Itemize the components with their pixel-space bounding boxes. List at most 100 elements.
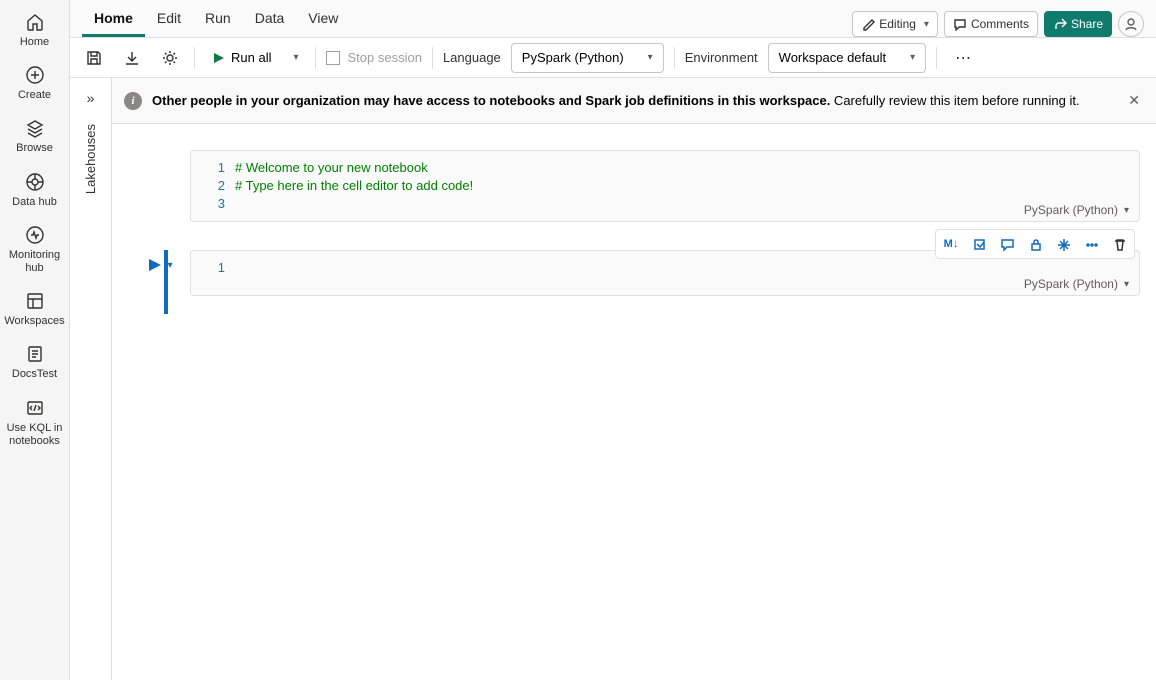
run-cell-button[interactable] — [145, 256, 163, 274]
info-icon: i — [124, 92, 142, 110]
nav-kql[interactable]: Use KQL in notebooks — [5, 392, 65, 458]
trash-icon — [1112, 237, 1127, 252]
pencil-icon — [861, 17, 875, 31]
nav-create-label: Create — [18, 89, 51, 102]
tab-home[interactable]: Home — [82, 10, 145, 37]
delete-cell-button[interactable] — [1106, 232, 1132, 256]
chevron-down-icon: ▾ — [1124, 279, 1129, 290]
convert-markdown-button[interactable]: M↓ — [938, 232, 964, 256]
settings-button[interactable] — [156, 44, 184, 72]
chevron-down-icon: ▾ — [1124, 205, 1129, 216]
nav-monitoring-label: Monitoring hub — [5, 249, 65, 275]
cell-1-lang-select[interactable]: PySpark (Python) ▾ — [1024, 203, 1129, 217]
environment-select[interactable]: Workspace default ▾ — [768, 43, 926, 73]
cell-2: ▾ M↓ 1 — [128, 250, 1140, 296]
stop-session-label: Stop session — [348, 50, 422, 65]
cell-1-line-1: # Welcome to your new notebook — [235, 159, 1129, 177]
info-text-bold: Other people in your organization may ha… — [152, 93, 830, 108]
nav-home[interactable]: Home — [5, 6, 65, 59]
run-cell-dropdown[interactable]: ▾ — [167, 256, 172, 271]
cell-2-lang-select[interactable]: PySpark (Python) ▾ — [1024, 277, 1129, 291]
run-all-label: Run all — [231, 50, 271, 65]
comments-button[interactable]: Comments — [944, 11, 1038, 37]
body: » Lakehouses i Other people in your orga… — [70, 78, 1156, 680]
persona-button[interactable] — [1118, 11, 1144, 37]
data-hub-icon — [25, 172, 45, 192]
cell-1-code[interactable]: # Welcome to your new notebook # Type he… — [235, 159, 1139, 213]
cell-1-gutter — [128, 150, 190, 222]
info-text-rest: Carefully review this item before runnin… — [830, 93, 1079, 108]
run-all-dropdown[interactable]: ▾ — [287, 52, 304, 63]
home-icon — [25, 12, 45, 32]
share-button[interactable]: Share — [1044, 11, 1112, 37]
lock-cell-button[interactable] — [1022, 232, 1048, 256]
share-label: Share — [1071, 17, 1103, 31]
toggle-output-button[interactable] — [966, 232, 992, 256]
cell-2-lang-label: PySpark (Python) — [1024, 277, 1118, 291]
lock-icon — [1028, 237, 1043, 252]
stop-session-button: Stop session — [326, 50, 422, 65]
code-icon — [25, 398, 45, 418]
plus-circle-icon — [25, 65, 45, 85]
info-bar: i Other people in your organization may … — [112, 78, 1156, 124]
tab-edit[interactable]: Edit — [145, 10, 193, 37]
more-icon — [1084, 237, 1099, 252]
menu-bar: Home Edit Run Data View Editing ▾ Commen… — [70, 0, 1156, 38]
workspace-item-icon — [25, 344, 45, 364]
main-area: Home Edit Run Data View Editing ▾ Commen… — [70, 0, 1156, 680]
environment-label: Environment — [685, 50, 758, 65]
workspaces-icon — [25, 291, 45, 311]
comment-icon — [953, 17, 967, 31]
cell-1-editor[interactable]: 123 # Welcome to your new notebook # Typ… — [191, 151, 1139, 221]
toolbar: Run all ▾ Stop session Language PySpark … — [70, 38, 1156, 78]
info-close-button[interactable]: ✕ — [1124, 88, 1144, 113]
nav-datahub-label: Data hub — [12, 196, 57, 209]
chevron-down-icon: ▾ — [910, 52, 915, 63]
tab-view[interactable]: View — [296, 10, 350, 37]
nav-create[interactable]: Create — [5, 59, 65, 112]
comment-cell-button[interactable] — [994, 232, 1020, 256]
download-icon — [123, 49, 141, 67]
comments-label: Comments — [971, 17, 1029, 31]
language-label: Language — [443, 50, 501, 65]
cell-1-linenos: 123 — [191, 159, 235, 213]
run-all-button[interactable]: Run all — [205, 50, 277, 65]
nav-docstest-label: DocsTest — [12, 368, 57, 381]
cell-2-linenos: 1 — [191, 259, 235, 287]
chevron-down-icon: ▾ — [924, 19, 929, 30]
nav-docstest[interactable]: DocsTest — [5, 338, 65, 391]
expand-icon — [972, 237, 987, 252]
freeze-cell-button[interactable] — [1050, 232, 1076, 256]
play-icon — [211, 51, 225, 65]
side-panel-collapsed: » Lakehouses — [70, 78, 112, 680]
nav-monitoring[interactable]: Monitoring hub — [5, 219, 65, 285]
cell-1-box[interactable]: 123 # Welcome to your new notebook # Typ… — [190, 150, 1140, 222]
cell-2-box[interactable]: M↓ 1 PySpark (P — [190, 250, 1140, 296]
more-button[interactable]: ⋯ — [947, 48, 981, 68]
tab-data[interactable]: Data — [243, 10, 297, 37]
cell-1: 123 # Welcome to your new notebook # Typ… — [128, 150, 1140, 222]
comment-icon — [1000, 237, 1015, 252]
nav-browse[interactable]: Browse — [5, 112, 65, 165]
expand-panel-button[interactable]: » — [87, 90, 95, 106]
nav-browse-label: Browse — [16, 142, 53, 155]
cell-2-gutter: ▾ — [128, 250, 190, 296]
cell-2-code[interactable] — [235, 259, 1139, 287]
side-panel-label: Lakehouses — [83, 124, 98, 194]
nav-workspaces[interactable]: Workspaces — [5, 285, 65, 338]
tab-run[interactable]: Run — [193, 10, 243, 37]
snowflake-icon — [1056, 237, 1071, 252]
save-icon — [85, 49, 103, 67]
person-icon — [1124, 17, 1138, 31]
notebook-area: i Other people in your organization may … — [112, 78, 1156, 680]
download-button[interactable] — [118, 44, 146, 72]
language-select[interactable]: PySpark (Python) ▾ — [511, 43, 664, 73]
cell-1-line-2: # Type here in the cell editor to add co… — [235, 177, 1129, 195]
share-icon — [1053, 17, 1067, 31]
save-button[interactable] — [80, 44, 108, 72]
editing-mode-button[interactable]: Editing ▾ — [852, 11, 938, 37]
cell-more-button[interactable] — [1078, 232, 1104, 256]
chevron-down-icon: ▾ — [648, 52, 653, 63]
nav-datahub[interactable]: Data hub — [5, 166, 65, 219]
play-icon — [145, 256, 163, 274]
